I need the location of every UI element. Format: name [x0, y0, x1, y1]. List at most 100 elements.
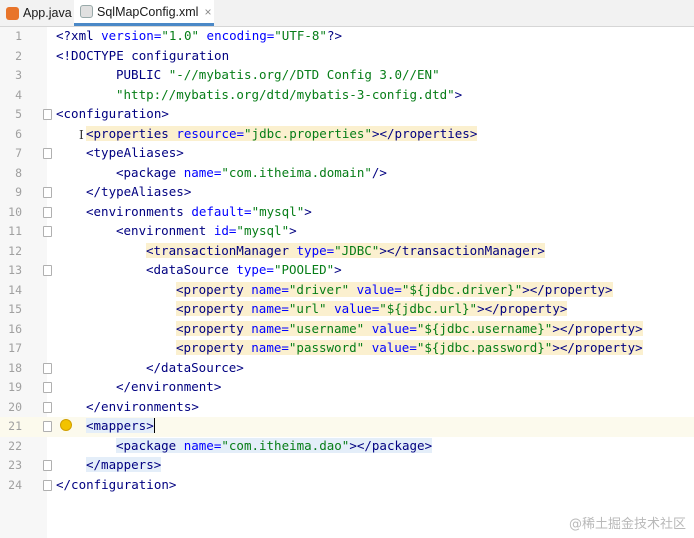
line-number[interactable]: 22: [0, 439, 22, 453]
code-text[interactable]: </configuration>: [56, 477, 176, 492]
code-line-19[interactable]: 19 </environment>: [0, 378, 694, 398]
code-line-11[interactable]: 11 <environment id="mysql">: [0, 222, 694, 242]
code-text[interactable]: <package name="com.itheima.domain"/>: [116, 165, 387, 180]
line-number[interactable]: 4: [0, 88, 22, 102]
line-number[interactable]: 10: [0, 205, 22, 219]
code-line-21[interactable]: 21 <mappers>: [0, 417, 694, 437]
code-line-9[interactable]: 9 </typeAliases>: [0, 183, 694, 203]
code-text[interactable]: <property name="url" value="${jdbc.url}"…: [176, 301, 568, 316]
code-line-12[interactable]: 12 <transactionManager type="JDBC"></tran…: [0, 242, 694, 262]
code-text[interactable]: </environments>: [86, 399, 199, 414]
code-text[interactable]: </typeAliases>: [86, 184, 191, 199]
fold-marker-icon[interactable]: [43, 109, 52, 120]
xml-tag-token: >: [289, 223, 297, 238]
xml-attribute-token: encoding=: [199, 28, 275, 43]
fold-marker-icon[interactable]: [43, 479, 52, 491]
code-text[interactable]: </dataSource>: [146, 360, 244, 375]
code-text[interactable]: </mappers>: [86, 457, 162, 472]
code-text[interactable]: <environments default="mysql">: [86, 204, 312, 219]
code-text[interactable]: <transactionManager type="JDBC"></transa…: [146, 242, 545, 258]
fold-marker-icon[interactable]: [43, 362, 52, 374]
line-number[interactable]: 8: [0, 166, 22, 180]
xml-tag-token: PUBLIC: [116, 67, 169, 82]
code-line-24[interactable]: 24 </configuration>: [0, 476, 694, 496]
line-number[interactable]: 12: [0, 244, 22, 258]
tab-app-java[interactable]: App.java: [0, 0, 72, 26]
code-text[interactable]: <package name="com.itheima.dao"></packag…: [116, 437, 433, 453]
fold-marker-icon[interactable]: [43, 401, 52, 413]
line-number[interactable]: 3: [0, 68, 22, 82]
line-number[interactable]: 6: [0, 127, 22, 141]
line-number[interactable]: 21: [0, 419, 22, 433]
fold-marker-icon[interactable]: [43, 460, 52, 471]
xml-attribute-token: name=: [251, 320, 289, 336]
fold-marker-icon[interactable]: [43, 382, 52, 393]
code-text[interactable]: PUBLIC "-//mybatis.org//DTD Config 3.0//…: [116, 67, 440, 82]
xml-string-token: "${jdbc.url}": [379, 301, 478, 316]
xml-tag-token: <property: [176, 281, 252, 297]
code-line-2[interactable]: 2 <!DOCTYPE configuration: [0, 47, 694, 67]
code-line-23[interactable]: 23 </mappers>: [0, 456, 694, 476]
code-line-20[interactable]: 20 </environments>: [0, 398, 694, 418]
fold-marker-icon[interactable]: [43, 265, 52, 276]
code-line-4[interactable]: 4 "http://mybatis.org/dtd/mybatis-3-confi…: [0, 86, 694, 106]
line-number[interactable]: 13: [0, 263, 22, 277]
code-text[interactable]: </environment>: [116, 379, 221, 394]
intention-bulb-icon[interactable]: [60, 419, 72, 431]
line-number[interactable]: 18: [0, 361, 22, 375]
code-text[interactable]: <properties resource="jdbc.properties"><…: [86, 125, 478, 141]
code-text[interactable]: <dataSource type="POOLED">: [146, 262, 342, 277]
line-number[interactable]: 11: [0, 224, 22, 238]
xml-tag-token: ></property>: [477, 301, 568, 316]
xml-string-token: "http://mybatis.org/dtd/mybatis-3-config…: [116, 86, 455, 102]
close-tab-icon[interactable]: ×: [204, 5, 211, 19]
line-number[interactable]: 16: [0, 322, 22, 336]
code-line-5[interactable]: 5 <configuration>: [0, 105, 694, 125]
code-text[interactable]: <property name="password" value="${jdbc.…: [176, 340, 643, 355]
fold-marker-icon[interactable]: [43, 206, 52, 218]
xml-attribute-token: value=: [364, 340, 417, 355]
line-number[interactable]: 20: [0, 400, 22, 414]
code-text[interactable]: <environment id="mysql">: [116, 223, 297, 238]
code-text[interactable]: <property name="username" value="${jdbc.…: [176, 320, 643, 336]
line-number[interactable]: 17: [0, 341, 22, 355]
text-caret: [153, 418, 155, 433]
code-text[interactable]: <typeAliases>: [86, 145, 184, 160]
line-number[interactable]: 2: [0, 49, 22, 63]
code-line-22[interactable]: 22 <package name="com.itheima.dao"></pack…: [0, 437, 694, 457]
code-line-6[interactable]: 6 I <properties resource="jdbc.properties"…: [0, 125, 694, 145]
line-number[interactable]: 1: [0, 29, 22, 43]
code-line-10[interactable]: 10 <environments default="mysql">: [0, 203, 694, 223]
xml-string-token: "mysql": [236, 223, 290, 238]
line-number[interactable]: 19: [0, 380, 22, 394]
code-editor[interactable]: 1 <?xml version="1.0" encoding="UTF-8"?> 2…: [0, 27, 694, 538]
fold-marker-icon[interactable]: [43, 148, 52, 159]
code-text[interactable]: <property name="driver" value="${jdbc.dr…: [176, 281, 613, 297]
line-number[interactable]: 15: [0, 302, 22, 316]
fold-marker-icon[interactable]: [43, 226, 52, 237]
code-line-13[interactable]: 13 <dataSource type="POOLED">: [0, 261, 694, 281]
code-text[interactable]: <configuration>: [56, 106, 169, 121]
line-number[interactable]: 14: [0, 283, 22, 297]
line-number[interactable]: 23: [0, 458, 22, 472]
code-line-17[interactable]: 17 <property name="password" value="${jdb…: [0, 339, 694, 359]
code-line-16[interactable]: 16 <property name="username" value="${jdb…: [0, 320, 694, 340]
fold-marker-icon[interactable]: [43, 187, 52, 198]
fold-marker-icon[interactable]: [43, 421, 52, 432]
code-line-14[interactable]: 14 <property name="driver" value="${jdbc.…: [0, 281, 694, 301]
code-text[interactable]: <mappers>: [86, 418, 155, 433]
code-line-18[interactable]: 18 </dataSource>: [0, 359, 694, 379]
code-line-15[interactable]: 15 <property name="url" value="${jdbc.url…: [0, 300, 694, 320]
line-number[interactable]: 9: [0, 185, 22, 199]
line-number[interactable]: 7: [0, 146, 22, 160]
line-number[interactable]: 5: [0, 107, 22, 121]
code-line-3[interactable]: 3 PUBLIC "-//mybatis.org//DTD Config 3.0/…: [0, 66, 694, 86]
code-text[interactable]: <?xml version="1.0" encoding="UTF-8"?>: [56, 28, 342, 43]
tab-sqlmapconfig-xml[interactable]: SqlMapConfig.xml ×: [74, 0, 214, 26]
code-text[interactable]: <!DOCTYPE configuration: [56, 48, 229, 63]
code-line-8[interactable]: 8 <package name="com.itheima.domain"/>: [0, 164, 694, 184]
code-line-7[interactable]: 7 <typeAliases>: [0, 144, 694, 164]
code-line-1[interactable]: 1 <?xml version="1.0" encoding="UTF-8"?>: [0, 27, 694, 47]
line-number[interactable]: 24: [0, 478, 22, 492]
code-text[interactable]: "http://mybatis.org/dtd/mybatis-3-config…: [116, 87, 462, 102]
